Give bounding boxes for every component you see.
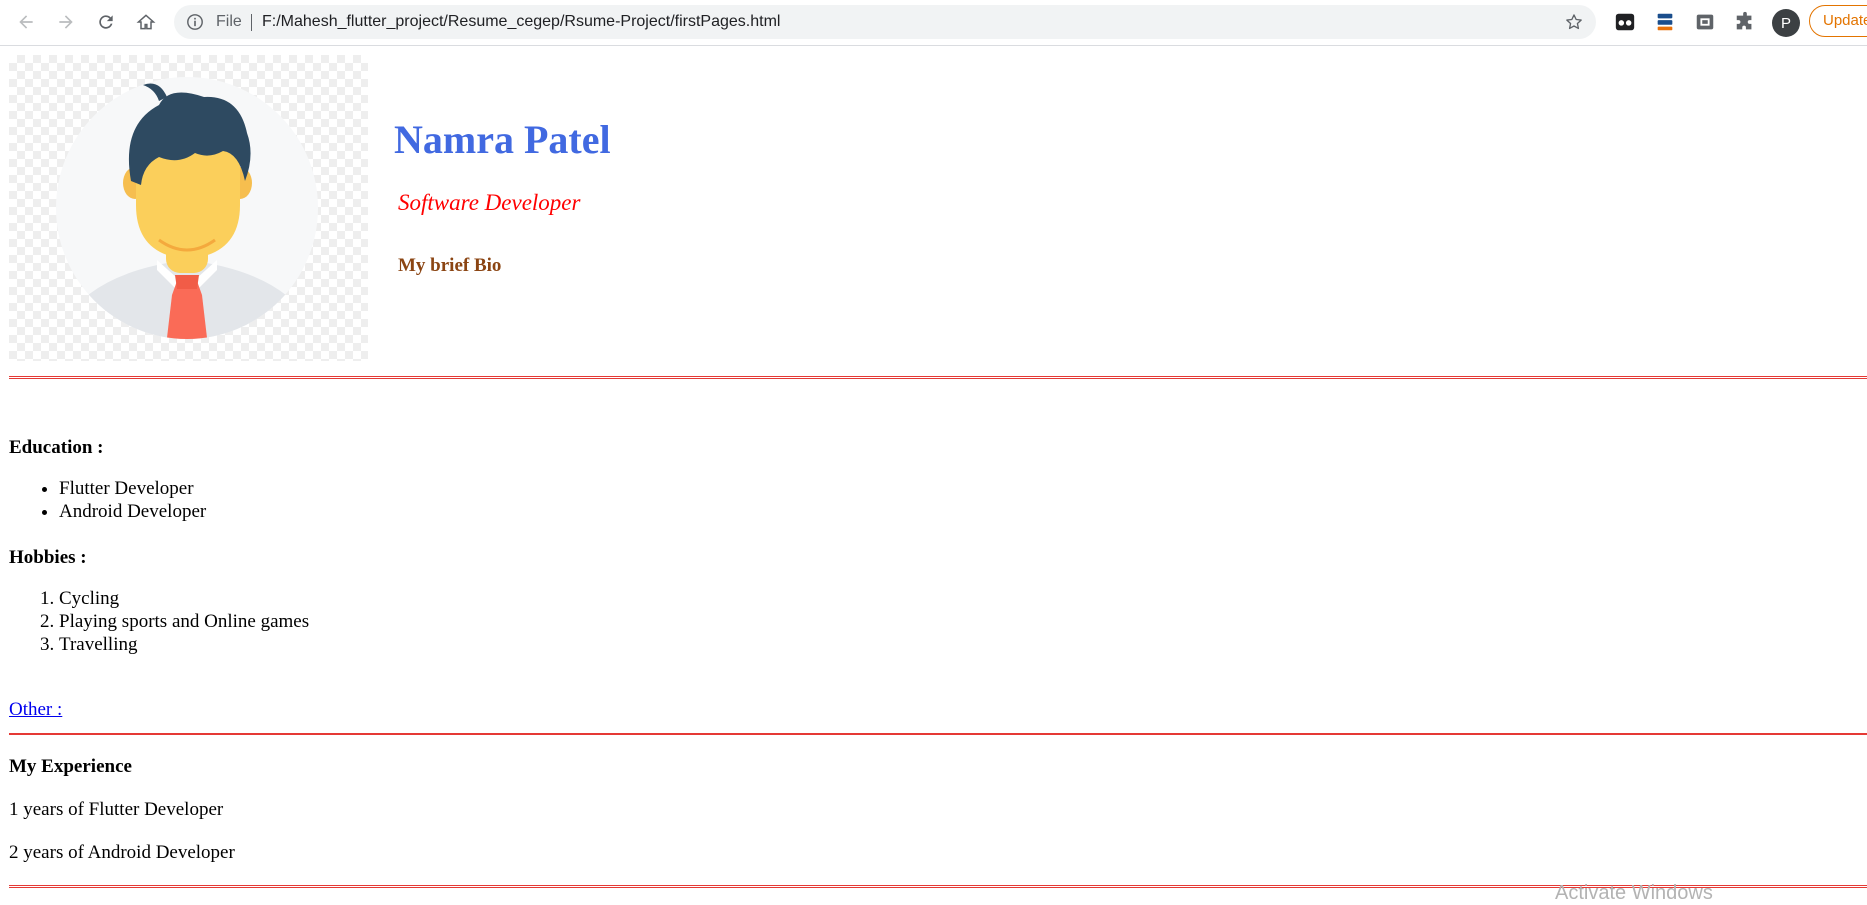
- bio-label: My brief Bio: [398, 255, 502, 276]
- home-icon: [136, 14, 156, 30]
- extensions-puzzle-icon[interactable]: [1733, 10, 1757, 34]
- experience-heading: My Experience: [9, 756, 132, 777]
- forward-button[interactable]: [51, 7, 81, 37]
- education-list: Flutter Developer Android Developer: [0, 477, 206, 523]
- arrow-right-icon: [59, 15, 73, 29]
- browser-toolbar: File F:/Mahesh_flutter_project/Resume_ce…: [0, 0, 1867, 46]
- list-item: Android Developer: [59, 500, 206, 523]
- section-divider: [9, 733, 1867, 735]
- section-divider: [9, 376, 1867, 379]
- job-title: Software Developer: [398, 190, 581, 215]
- reload-button[interactable]: [91, 7, 121, 37]
- url-text[interactable]: F:/Mahesh_flutter_project/Resume_cegep/R…: [262, 13, 780, 31]
- info-icon[interactable]: [186, 13, 204, 31]
- star-icon[interactable]: [1564, 12, 1584, 32]
- extension-cast-icon[interactable]: [1693, 10, 1717, 34]
- extension-database-icon[interactable]: [1653, 10, 1677, 34]
- experience-line: 1 years of Flutter Developer: [9, 799, 224, 820]
- experience-line: 2 years of Android Developer: [9, 842, 235, 863]
- back-button[interactable]: [11, 7, 41, 37]
- address-bar[interactable]: File F:/Mahesh_flutter_project/Resume_ce…: [174, 5, 1596, 39]
- list-item: Flutter Developer: [59, 477, 206, 500]
- person-avatar-illustration: [56, 77, 318, 339]
- activate-windows-watermark: Activate Windows: [1555, 882, 1713, 904]
- hobbies-list: Cycling Playing sports and Online games …: [0, 587, 309, 656]
- list-item: Cycling: [59, 587, 309, 610]
- profile-avatar[interactable]: P: [1772, 9, 1800, 37]
- list-item: Playing sports and Online games: [59, 610, 309, 633]
- home-button[interactable]: [131, 7, 161, 37]
- list-item: Travelling: [59, 633, 309, 656]
- resume-page: Namra Patel Software Developer My brief …: [0, 46, 1867, 904]
- reload-icon: [99, 15, 113, 29]
- url-scheme-label: File: [216, 13, 242, 30]
- other-link[interactable]: Other :: [9, 699, 62, 721]
- scheme-divider: [251, 14, 252, 31]
- extension-glasses-icon[interactable]: [1613, 10, 1637, 34]
- candidate-name: Namra Patel: [394, 117, 611, 162]
- education-heading: Education :: [9, 437, 104, 458]
- hobbies-heading: Hobbies :: [9, 547, 87, 568]
- profile-photo: [9, 55, 368, 361]
- update-button[interactable]: Update: [1809, 5, 1867, 37]
- arrow-left-icon: [19, 15, 33, 29]
